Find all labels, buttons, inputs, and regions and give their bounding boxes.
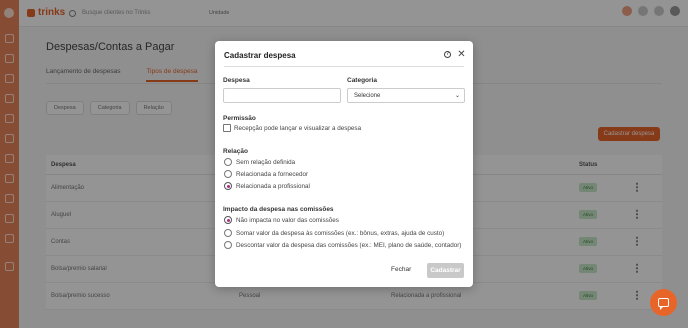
relacao-option-label: Relacionada a fornecedor <box>236 170 309 178</box>
impacto-radio[interactable] <box>224 229 232 237</box>
close-icon[interactable]: ✕ <box>457 50 466 60</box>
impacto-radio[interactable] <box>224 241 232 249</box>
impacto-radio-selected[interactable] <box>224 216 232 224</box>
impacto-option[interactable]: Descontar valor da despesa das comissões… <box>224 241 461 249</box>
relacao-option[interactable]: Relacionada a fornecedor <box>224 170 308 178</box>
impacto-label: Impacto da despesa nas comissões <box>223 206 334 213</box>
relacao-option-label: Sem relação definida <box>236 158 296 166</box>
permissao-option[interactable]: Recepção pode lançar e visualizar a desp… <box>223 124 361 132</box>
impacto-option[interactable]: Não impacta no valor das comissões <box>224 216 339 224</box>
impacto-option-label: Descontar valor da despesa das comissões… <box>236 241 462 249</box>
categoria-select[interactable]: Selecione ⌄ <box>347 88 465 103</box>
impacto-option[interactable]: Somar valor da despesa às comissões (ex.… <box>224 229 444 237</box>
despesa-label: Despesa <box>223 77 250 84</box>
relacao-radio[interactable] <box>224 158 232 166</box>
relacao-radio-selected[interactable] <box>224 182 232 190</box>
relacao-option[interactable]: Relacionada a profissional <box>224 182 310 190</box>
relacao-radio[interactable] <box>224 170 232 178</box>
dialog-divider <box>224 66 464 67</box>
chevron-down-icon: ⌄ <box>454 93 460 99</box>
despesa-input[interactable] <box>223 88 341 103</box>
relacao-option[interactable]: Sem relação definida <box>224 158 295 166</box>
categoria-label: Categoria <box>347 77 377 84</box>
help-icon[interactable]: ? <box>444 51 451 58</box>
permissao-label: Permissão <box>223 115 256 122</box>
relacao-label: Relação <box>223 148 248 155</box>
categoria-selected-value: Selecione <box>354 92 381 99</box>
recepcao-checkbox[interactable] <box>223 124 231 132</box>
dialog-title: Cadastrar despesa <box>224 51 296 60</box>
chat-bubble-icon <box>658 298 669 310</box>
permissao-checkbox-label: Recepção pode lançar e visualizar a desp… <box>234 124 362 132</box>
relacao-option-label: Relacionada a profissional <box>236 182 310 190</box>
save-button[interactable]: Cadastrar <box>427 263 464 278</box>
close-button[interactable]: Fechar <box>391 266 411 273</box>
impacto-option-label: Não impacta no valor das comissões <box>236 216 339 224</box>
impacto-option-label: Somar valor da despesa às comissões (ex.… <box>236 229 445 237</box>
create-expense-dialog: Cadastrar despesa ? ✕ Despesa Categoria … <box>215 41 473 287</box>
chat-button[interactable] <box>650 289 677 316</box>
